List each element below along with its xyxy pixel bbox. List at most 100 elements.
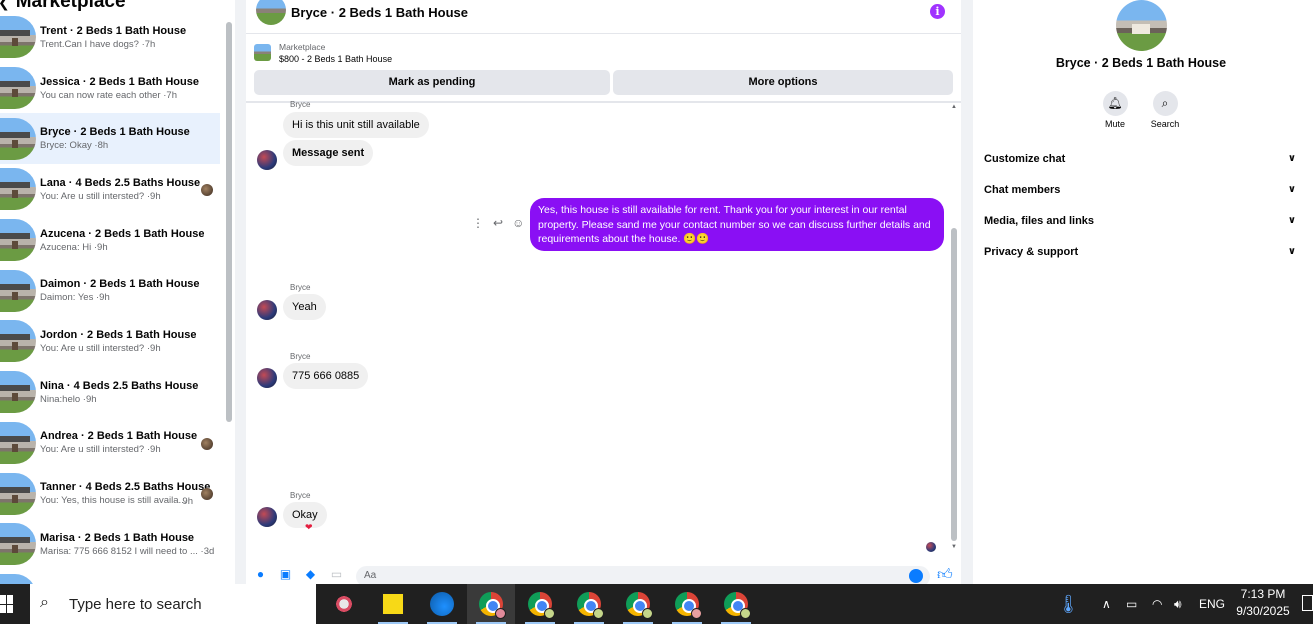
incoming-message[interactable]: Message sent (283, 140, 374, 166)
outgoing-message[interactable]: Yes, this house is still available for r… (530, 198, 944, 251)
incoming-message[interactable]: Hi is this unit still available (283, 112, 429, 138)
reply-icon[interactable]: ↩ (493, 216, 503, 230)
snipping-tool-app[interactable] (320, 584, 368, 624)
listing-photo (0, 219, 36, 262)
conversation-item[interactable]: Tanner · 4 Beds 2.5 Baths House You: Yes,… (0, 468, 220, 519)
conversation-item[interactable]: Jordon · 2 Beds 1 Bath House You: Are u s… (0, 316, 220, 367)
conversation-text: Azucena · 2 Beds 1 Bath House Azucena: Hi… (40, 227, 204, 254)
conversation-item[interactable]: Trent · 2 Beds 1 Bath House Trent.Can I h… (0, 12, 220, 63)
contact-name: Bryce · 2 Beds 1 Bath House (1055, 56, 1227, 70)
language-indicator[interactable]: ENG (1199, 584, 1225, 624)
message-input[interactable]: Aa (356, 566, 930, 584)
bell-icon: 🔔︎ (1102, 91, 1128, 116)
show-hidden-icons-icon[interactable]: ∧ (1102, 584, 1111, 624)
edge-app[interactable] (418, 584, 466, 624)
wifi-icon[interactable]: ◠ (1152, 584, 1162, 624)
search-icon: ⌕ (1152, 91, 1178, 116)
back-arrow-icon[interactable]: ❮ (0, 0, 10, 11)
conversation-time: 9h (150, 342, 161, 354)
sender-avatar[interactable] (257, 368, 277, 388)
chat-members-row[interactable]: Chat members ∨ (984, 180, 1296, 200)
gif-icon[interactable]: ▭ (330, 568, 343, 581)
conversation-item[interactable]: Daimon · 2 Beds 1 Bath House Daimon: Yes … (0, 265, 220, 316)
clock-date: 9/30/2025 (1236, 604, 1290, 618)
windows-start-icon[interactable] (0, 595, 13, 613)
listing-photo (0, 117, 36, 160)
chat-title[interactable]: Bryce · 2 Beds 1 Bath House (291, 5, 468, 20)
listing-photo (0, 523, 36, 566)
contact-avatar[interactable] (1116, 0, 1167, 51)
chrome-profile-app[interactable] (712, 584, 760, 624)
sticker-icon[interactable]: ◆ (304, 568, 317, 581)
sender-avatar[interactable] (257, 507, 277, 527)
notification-icon[interactable] (1302, 595, 1313, 611)
conversation-item[interactable]: Andrea · 2 Beds 1 Bath House You: Are u s… (0, 418, 220, 469)
thumbs-up-icon[interactable]: 👍︎ (937, 566, 953, 584)
conversation-name: Daimon · 2 Beds 1 Bath House (40, 278, 200, 291)
conversation-list: Trent · 2 Beds 1 Bath House Trent.Can I h… (0, 12, 220, 584)
conversation-item[interactable]: Jessica · 2 Beds 1 Bath House You can now… (0, 63, 220, 114)
microphone-icon[interactable]: ● (254, 568, 267, 581)
conversation-item[interactable]: Azucena · 2 Beds 1 Bath House Azucena: Hi… (0, 215, 220, 266)
mute-button[interactable]: 🔔︎ Mute (1095, 91, 1135, 129)
chevron-down-icon: ∨ (1287, 215, 1296, 226)
emoji-icon[interactable] (909, 569, 923, 583)
more-vertical-icon[interactable]: ⋮ (472, 216, 484, 230)
conversation-preview: Marisa: 775 666 8152 I will need to ... (40, 545, 198, 557)
sender-name: Bryce (290, 100, 311, 109)
chat-scrollbar[interactable] (951, 228, 957, 541)
conversation-sidebar: ❮ Marketplace Trent · 2 Beds 1 Bath Hous… (0, 0, 235, 584)
taskbar-clock[interactable]: 7:13 PM 9/30/2025 (1226, 586, 1300, 620)
message-actions: ⋮ ↩ ☺ (472, 216, 524, 230)
sender-avatar[interactable] (257, 300, 277, 320)
more-options-button[interactable]: More options (613, 70, 953, 95)
sticky-notes-app[interactable] (369, 584, 417, 624)
chat-header: Bryce · 2 Beds 1 Bath House i (246, 0, 961, 34)
react-smiley-icon[interactable]: ☺ (512, 216, 524, 230)
incoming-message[interactable]: Yeah (283, 294, 326, 320)
conversation-time: 7h (166, 89, 177, 101)
chrome-profile-app[interactable] (663, 584, 711, 624)
chrome-icon (577, 592, 604, 619)
sidebar-scrollbar[interactable] (226, 22, 232, 422)
privacy-support-row[interactable]: Privacy & support ∨ (984, 242, 1296, 262)
conversation-preview-line: Daimon: Yes · 9h (40, 292, 110, 304)
scroll-up-arrow-icon[interactable]: ▲ (951, 104, 957, 110)
conversation-item[interactable]: Nina · 4 Beds 2.5 Baths House Nina:helo ·… (0, 367, 220, 418)
conversation-preview: Azucena: Hi (40, 241, 92, 253)
conversation-item[interactable]: Lana · 4 Beds 2.5 Baths House You: Are u … (0, 164, 220, 215)
listing-photo (0, 168, 36, 211)
conversation-preview-line: Bryce: Okay · 8h (40, 140, 109, 152)
taskbar-search-box[interactable]: ⌕ Type here to search (30, 584, 316, 624)
chrome-profile-app[interactable] (565, 584, 613, 624)
info-icon[interactable]: i (930, 4, 945, 19)
conversation-name: Bryce · 2 Beds 1 Bath House (40, 126, 190, 139)
conversation-item[interactable]: Bryce · 2 Beds 1 Bath House Bryce: Okay ·… (0, 113, 220, 165)
listing-price: $800 - 2 Beds 1 Bath House (279, 54, 393, 64)
scroll-down-arrow-icon[interactable]: ▼ (951, 544, 957, 550)
heart-reaction-icon[interactable]: ❤ (305, 522, 313, 533)
conversation-time: 9h (85, 393, 97, 405)
sender-avatar[interactable] (257, 150, 277, 170)
volume-icon[interactable]: 🔊︎ (1174, 584, 1182, 624)
incoming-message[interactable]: 775 666 0885 (283, 363, 369, 389)
mark-as-pending-button[interactable]: Mark as pending (254, 70, 610, 95)
media-files-links-row[interactable]: Media, files and links ∨ (984, 211, 1296, 231)
photo-icon[interactable]: ▣ (279, 568, 292, 581)
conversation-time: 8h (97, 140, 109, 152)
conversation-preview: You can now rate each other (40, 89, 161, 101)
conversation-item[interactable]: Jack Zh... · 2 Beds 1 Bath House (0, 570, 220, 584)
chrome-profile-app[interactable] (614, 584, 662, 624)
sender-name: Bryce (290, 283, 311, 292)
search-button[interactable]: ⌕ Search (1145, 91, 1185, 129)
conversation-text: Daimon · 2 Beds 1 Bath House Daimon: Yes … (40, 277, 200, 304)
chrome-app[interactable] (467, 584, 515, 624)
battery-icon[interactable]: ▭ (1126, 584, 1137, 624)
thermometer-icon[interactable]: 🌡︎ (1057, 584, 1080, 624)
chat-avatar[interactable] (256, 0, 286, 25)
conversation-item[interactable]: Marisa · 2 Beds 1 Bath House Marisa: 775 … (0, 519, 220, 570)
read-receipt-avatar (926, 542, 936, 552)
customize-chat-row[interactable]: Customize chat ∨ (984, 149, 1296, 169)
search-icon: ⌕ (40, 594, 49, 611)
chrome-profile-app[interactable] (516, 584, 564, 624)
